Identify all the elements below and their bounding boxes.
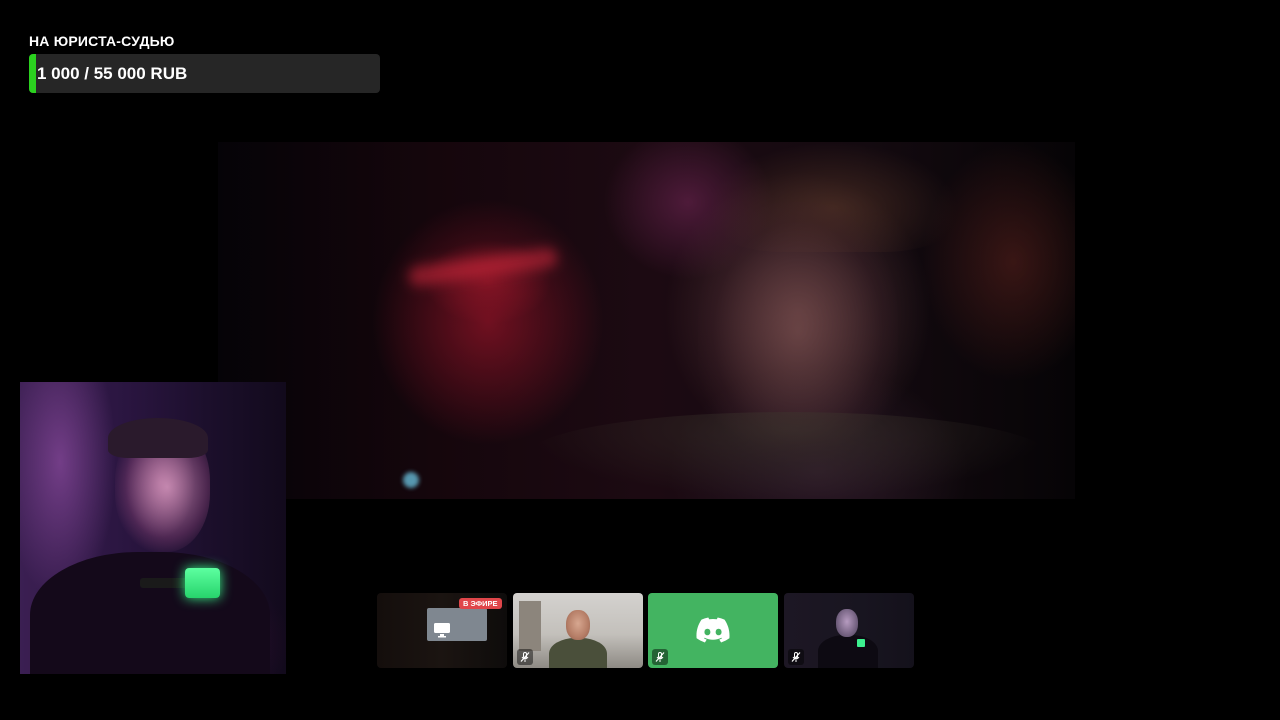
goal-progress-bar: 1 000 / 55 000 RUB <box>29 54 380 93</box>
goal-progress-fill <box>29 54 36 93</box>
webcam-person-body <box>30 552 270 674</box>
microphone-icon <box>185 568 220 598</box>
actor-shirt <box>528 412 1048 499</box>
participant-head <box>836 609 858 637</box>
discord-logo-icon <box>696 617 730 643</box>
participant-tile-2[interactable] <box>513 593 643 668</box>
mic-muted-icon <box>652 649 668 665</box>
goal-amount-text: 1 000 / 55 000 RUB <box>37 64 188 83</box>
main-video-frame <box>218 142 1075 499</box>
webcam-person-hair <box>108 418 208 458</box>
mic-muted-icon <box>517 649 533 665</box>
streamer-webcam <box>20 382 286 674</box>
participant-body <box>549 638 607 668</box>
participant-tile-4[interactable] <box>784 593 914 668</box>
participant-tile-screen-share[interactable]: В ЭФИРЕ <box>377 593 507 668</box>
discord-participants: В ЭФИРЕ <box>377 593 917 669</box>
background-shelf <box>519 601 541 651</box>
participant-head <box>566 610 590 640</box>
participant-tile-3[interactable] <box>648 593 778 668</box>
neon-light <box>407 246 559 288</box>
microphone-icon <box>857 639 865 647</box>
live-badge: В ЭФИРЕ <box>459 598 502 609</box>
mic-muted-icon <box>788 649 804 665</box>
light-spot <box>403 472 419 488</box>
monitor-icon <box>434 623 450 638</box>
microphone-arm <box>140 578 190 588</box>
goal-title: НА ЮРИСТА-СУДЬЮ <box>29 33 175 49</box>
participant-body <box>818 635 878 668</box>
